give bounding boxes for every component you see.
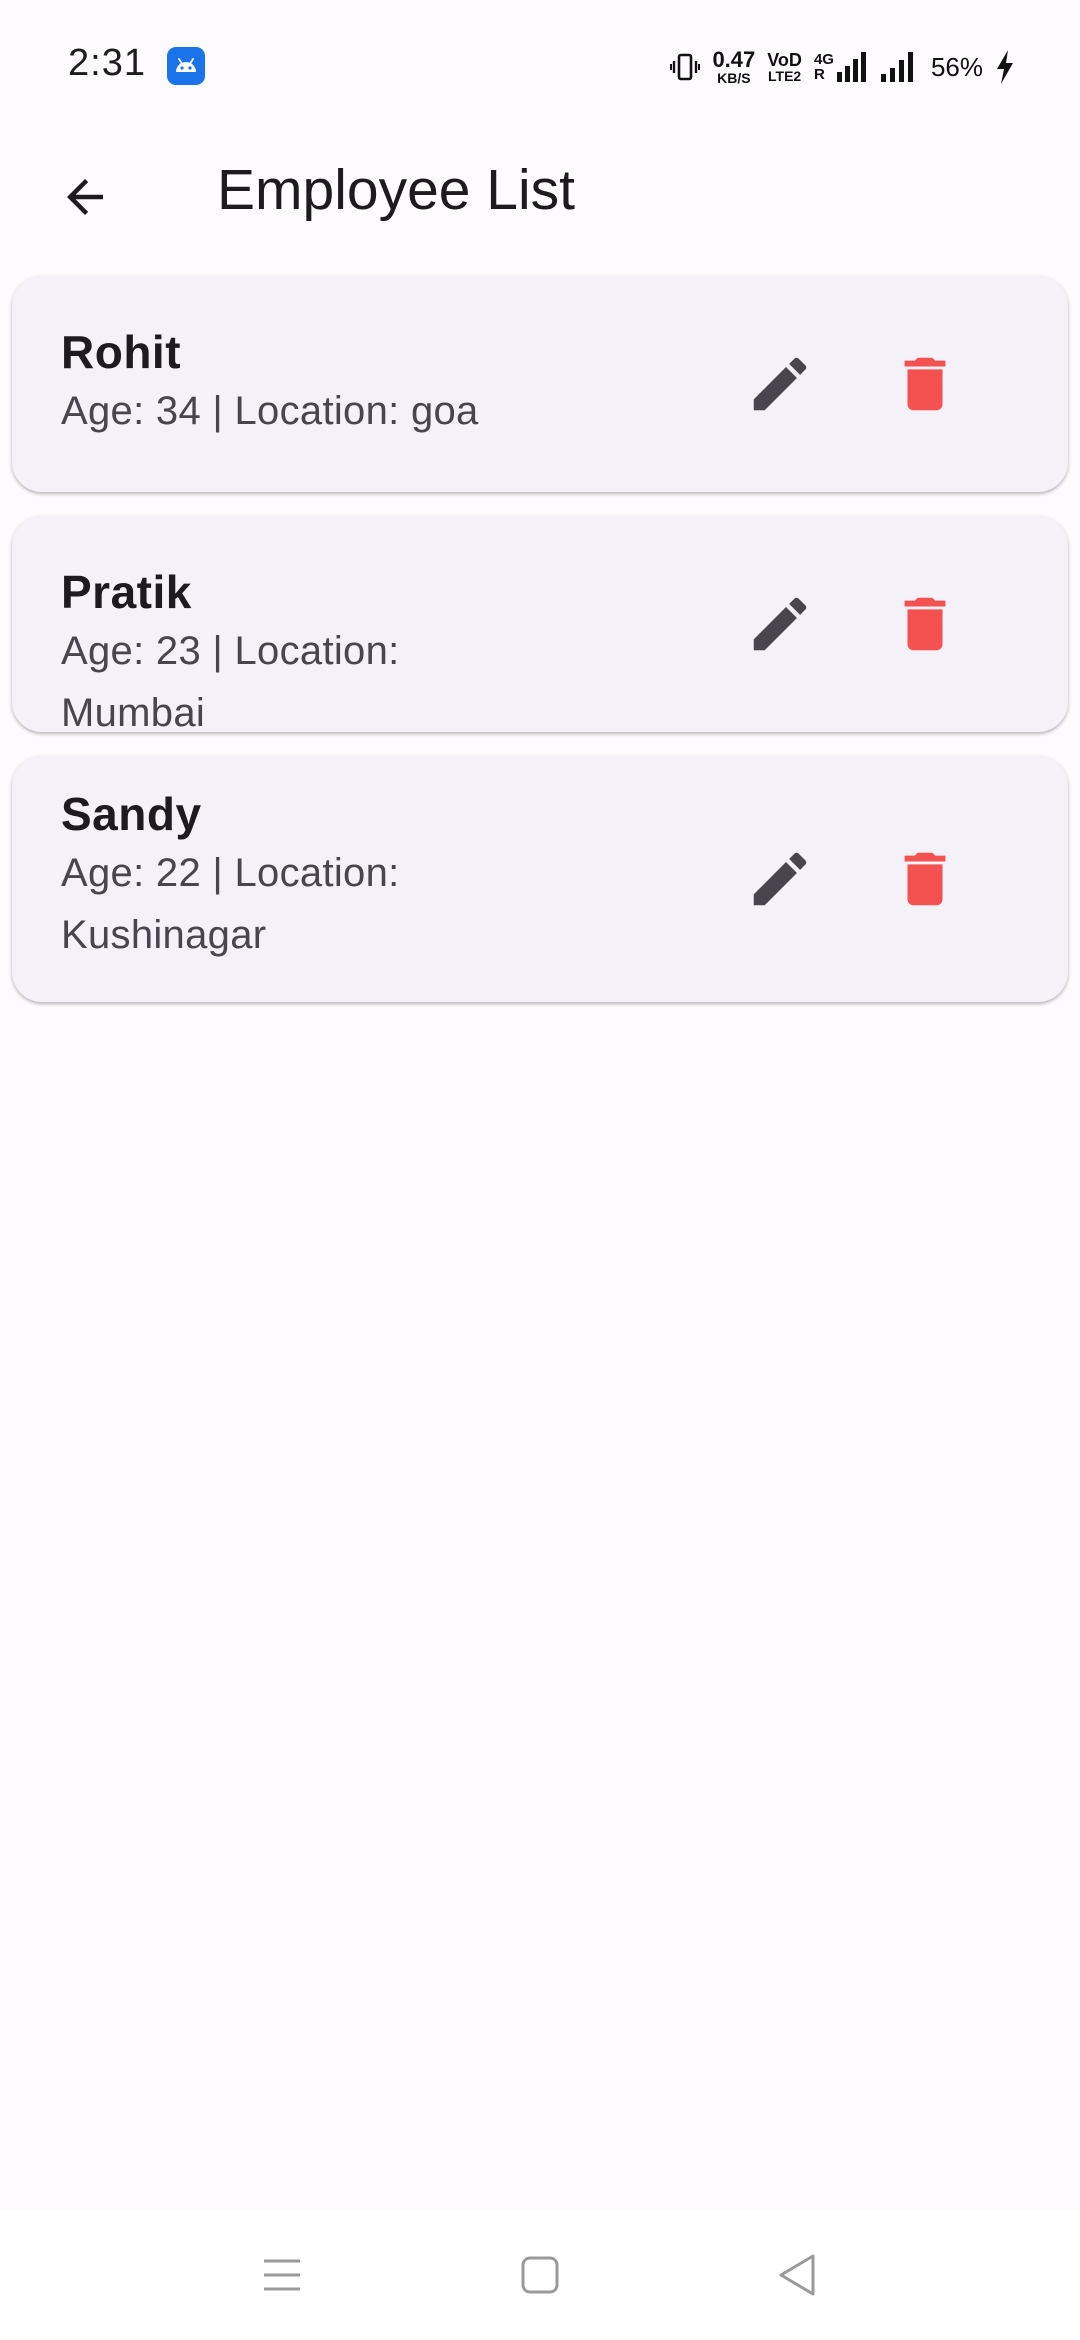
network-type: 4G (813, 51, 834, 68)
back-button[interactable] (40, 152, 130, 242)
back-nav-button[interactable] (757, 2240, 837, 2310)
volte-bottom: LTE2 (768, 68, 802, 84)
back-triangle-icon (779, 2254, 815, 2296)
battery-percent: 56% (930, 51, 983, 82)
network-sub: R (813, 66, 825, 83)
pencil-icon (753, 357, 807, 411)
status-icons: 0.47 KB/S VoD LTE2 4G R 56% (670, 44, 1015, 90)
page-title: Employee List (217, 158, 576, 222)
employee-details: Age: 34 | Location: goa (61, 389, 479, 433)
screen: 2:31 0.47 KB/S VoD LTE2 4G R 56% Employe… (0, 0, 1080, 2340)
status-time: 2:31 (68, 42, 146, 84)
charging-bolt-icon (995, 50, 1015, 84)
recents-button[interactable] (242, 2240, 322, 2310)
employee-name: Pratik (61, 566, 192, 618)
volte-indicator: VoD LTE2 (767, 51, 802, 83)
trash-icon (904, 852, 946, 906)
pencil-icon (753, 597, 807, 651)
home-square-icon (521, 2256, 559, 2294)
pencil-icon (753, 852, 807, 906)
employee-card[interactable]: Sandy Age: 22 | Location: Kushinagar (12, 756, 1068, 1002)
employee-list: Rohit Age: 34 | Location: goa Pratik Age… (12, 276, 1068, 1026)
delete-button[interactable] (877, 576, 973, 672)
vibrate-icon (670, 51, 701, 83)
system-nav-bar (0, 2210, 1080, 2340)
net-speed-value: 0.47 (712, 47, 756, 72)
delete-button[interactable] (877, 336, 973, 432)
employee-card[interactable]: Pratik Age: 23 | Location: Mumbai (12, 516, 1068, 735)
signal-bars-icon (836, 52, 866, 82)
delete-button[interactable] (877, 831, 973, 927)
trash-icon (904, 357, 946, 411)
arrow-left-icon (67, 179, 103, 215)
employee-details: Age: 23 | Location: Mumbai (61, 629, 400, 735)
net-speed: 0.47 KB/S (712, 47, 756, 86)
android-app-icon (167, 47, 205, 85)
volte-top: VoD (767, 50, 802, 70)
employee-details: Age: 22 | Location: Kushinagar (61, 851, 400, 957)
trash-icon (904, 597, 946, 651)
edit-button[interactable] (732, 576, 828, 672)
employee-name: Sandy (61, 788, 202, 840)
menu-icon (264, 2259, 300, 2291)
signal-sim1: 4G R (814, 52, 867, 82)
employee-name: Rohit (61, 326, 182, 378)
app-bar: Employee List (0, 130, 1080, 230)
status-bar: 2:31 0.47 KB/S VoD LTE2 4G R 56% (0, 0, 1080, 130)
home-button[interactable] (500, 2240, 580, 2310)
edit-button[interactable] (732, 831, 828, 927)
net-speed-unit: KB/S (717, 70, 751, 86)
signal-sim2-icon (879, 52, 919, 82)
employee-card[interactable]: Rohit Age: 34 | Location: goa (12, 276, 1068, 492)
edit-button[interactable] (732, 336, 828, 432)
